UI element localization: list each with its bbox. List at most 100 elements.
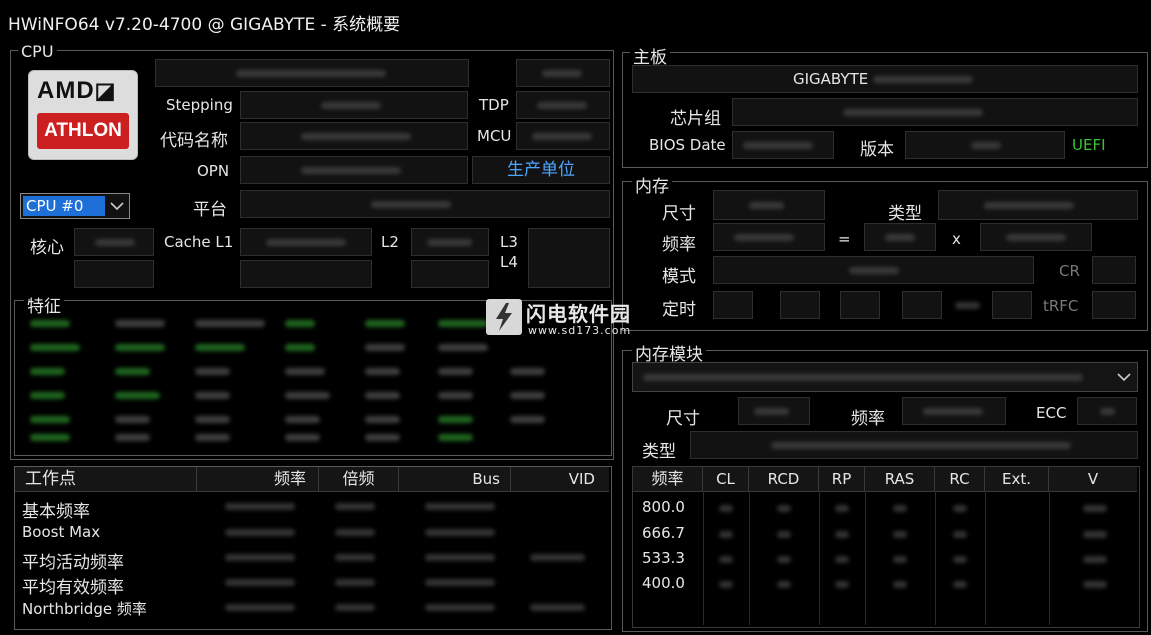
production-unit-button[interactable]: 生产单位 [472,156,610,184]
module-ecc-label: ECC [1036,404,1067,422]
codename-field [240,122,468,150]
memory-module-dropdown[interactable] [632,362,1138,392]
motherboard-name: GIGABYTE [793,70,869,88]
production-unit-label: 生产单位 [507,160,575,180]
memory-mode-field [713,256,1034,284]
memory-cr-field [1092,256,1136,284]
op-row-avg-active-frequency: 平均活动频率 [22,553,124,573]
timing-field-3 [840,291,880,319]
op-row-northbridge-frequency: Northbridge 频率 [22,600,147,618]
mcu-label: MCU [477,127,512,145]
memory-timings-values-blurred [633,505,1137,595]
timing-field-5 [992,291,1032,319]
module-frequency-field [902,397,1006,425]
op-header-multiplier[interactable]: 倍频 [319,467,399,491]
motherboard-name-field: GIGABYTE [632,65,1138,93]
l2-2-field [411,260,489,288]
timing-field-4 [902,291,942,319]
mt-header-ras[interactable]: RAS [865,467,935,491]
memory-cr-label: CR [1059,262,1080,280]
tdp-field [516,91,610,119]
mt-header-voltage[interactable]: V [1049,467,1137,491]
window-title: HWiNFO64 v7.20-4700 @ GIGABYTE - 系统概要 [8,15,401,35]
chevron-down-icon[interactable] [1113,366,1135,388]
memory-trfc-label: tRFC [1043,297,1079,315]
memory-type-field [938,190,1138,220]
mt-header-rp[interactable]: RP [819,467,865,491]
memory-type-label: 类型 [888,204,922,224]
timing-field-1 [713,291,753,319]
cpu-selector-value: CPU #0 [26,197,84,215]
lightning-logo-icon [486,299,522,335]
l3-l4-field [528,228,610,288]
stepping-label: Stepping [166,96,233,114]
op-header-frequency[interactable]: 频率 [197,467,319,491]
platform-field [240,190,610,218]
bios-date-label: BIOS Date [649,136,726,154]
op-row-boost-max: Boost Max [22,523,101,541]
memory-size-field [713,190,825,220]
amd-arrow-icon: ◪ [94,78,117,103]
amd-athlon-logo: AMD◪ ATHLON [28,70,138,160]
mt-header-rcd[interactable]: RCD [749,467,819,491]
mt-header-ext[interactable]: Ext. [985,467,1049,491]
amd-brand-text: AMD [37,77,95,104]
op-values-blurred [210,503,600,623]
memory-equals: = [838,230,851,248]
memory-group-label: 内存 [632,172,672,197]
memory-timing-label: 定时 [662,300,696,320]
memory-size-label: 尺寸 [662,204,696,224]
athlon-text: ATHLON [44,120,122,141]
cores-label: 核心 [30,238,64,258]
memory-bus-field [980,223,1092,251]
mcu-field [516,122,610,150]
opn-field [240,156,468,184]
op-row-base-frequency: 基本频率 [22,502,90,522]
operating-points-header: 工作点 频率 倍频 Bus VID [15,467,609,492]
bios-date-field [732,131,834,159]
title-bar: HWiNFO64 v7.20-4700 @ GIGABYTE - 系统概要 [0,0,1151,40]
watermark: 闪电软件园 www.sd173.com [486,297,656,341]
module-type-label: 类型 [642,442,676,462]
watermark-url: www.sd173.com [528,324,632,337]
op-header-bus[interactable]: Bus [399,467,511,491]
mt-header-cl[interactable]: CL [703,467,749,491]
codename-label: 代码名称 [160,131,228,151]
mt-header-frequency[interactable]: 频率 [633,467,703,491]
features-label: 特征 [24,292,64,317]
cpu-group-label: CPU [18,42,57,61]
cpu-cores-count-field [516,59,610,87]
op-header-point[interactable]: 工作点 [15,467,197,491]
module-ecc-field [1077,397,1137,425]
module-size-label: 尺寸 [666,409,700,429]
cache-l1-field [240,228,372,256]
chipset-field [732,98,1138,126]
platform-label: 平台 [193,200,227,220]
memory-frequency-label: 频率 [662,235,696,255]
l2-label: L2 [381,233,399,251]
memory-mode-label: 模式 [662,267,696,287]
timing-field-2 [780,291,820,319]
chevron-down-icon[interactable] [106,195,128,217]
l4-label: L4 [500,253,518,271]
op-row-avg-effective-frequency: 平均有效频率 [22,578,124,598]
memory-timings-header: 频率 CL RCD RP RAS RC Ext. V [633,467,1137,492]
memory-trfc-field [1092,291,1136,319]
memory-frequency-field [713,223,825,251]
cores-field [74,228,154,256]
cpu-selector[interactable]: CPU #0 [20,193,130,219]
cache-l1-2-field [240,260,372,288]
cache-l1-label: Cache L1 [164,233,234,251]
memory-times: x [952,230,961,248]
l3-label: L3 [500,233,518,251]
chipset-label: 芯片组 [670,109,721,129]
opn-label: OPN [197,162,230,180]
module-size-field [738,397,810,425]
mt-header-rc[interactable]: RC [935,467,985,491]
tdp-label: TDP [479,96,509,114]
bios-version-label: 版本 [860,140,894,160]
op-header-vid[interactable]: VID [511,467,609,491]
module-frequency-label: 频率 [851,409,885,429]
watermark-name: 闪电软件园 [526,302,631,326]
uefi-label: UEFI [1072,136,1106,154]
